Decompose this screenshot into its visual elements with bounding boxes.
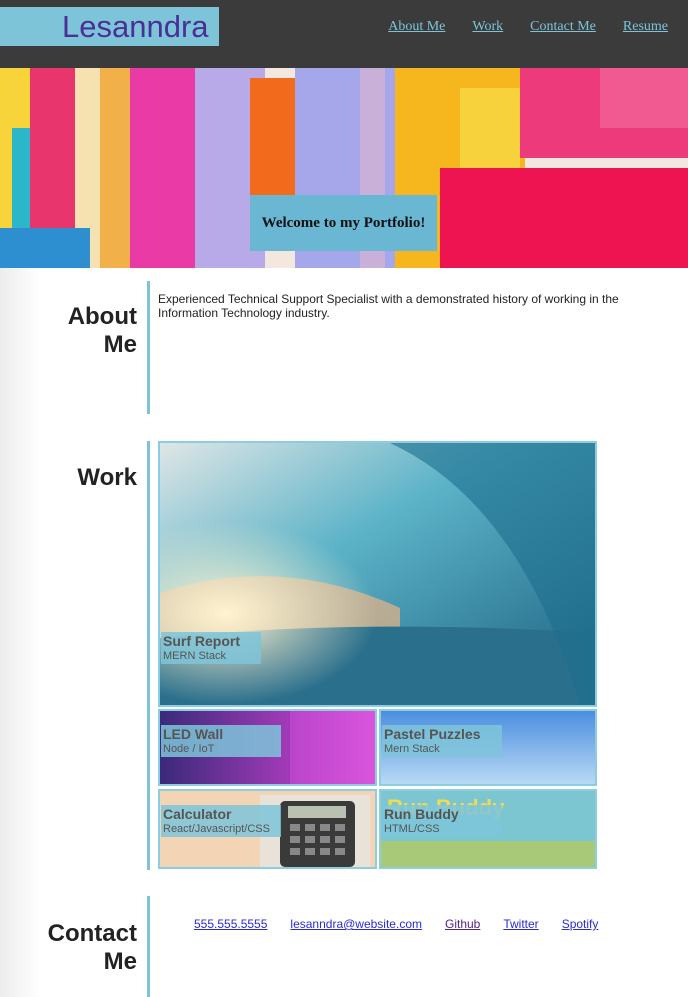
project-title: LED Wall (163, 726, 224, 742)
project-calculator[interactable]: Calculator React/Javascript/CSS (158, 789, 377, 869)
nav-link-work[interactable]: Work (472, 19, 503, 35)
project-title: Run Buddy (384, 806, 459, 822)
work-divider (147, 441, 150, 870)
project-run-buddy[interactable]: Run Buddy Run Buddy HTML/CSS (379, 789, 597, 869)
about-text: Experienced Technical Support Specialist… (158, 292, 619, 320)
project-label: Calculator React/Javascript/CSS (161, 805, 281, 837)
spotify-link[interactable]: Spotify (562, 917, 599, 931)
brand-logo[interactable]: Lesanndra (0, 7, 219, 46)
project-label: LED Wall Node / IoT (161, 725, 281, 757)
welcome-banner: Welcome to my Portfolio! (250, 195, 437, 251)
left-shade (0, 268, 40, 997)
nav-link-about[interactable]: About Me (388, 19, 445, 35)
github-link[interactable]: Github (445, 917, 480, 931)
project-pastel-puzzles[interactable]: Pastel Puzzles Mern Stack (379, 709, 597, 786)
about-heading: About Me (67, 303, 137, 358)
about-divider (147, 281, 150, 414)
project-stack: MERN Stack (163, 650, 226, 662)
site-header: Lesanndra About Me Work Contact Me Resum… (0, 0, 688, 68)
project-title: Surf Report (163, 633, 240, 649)
contact-divider (147, 896, 150, 997)
contact-heading: Contact Me (47, 920, 137, 975)
project-led-wall[interactable]: LED Wall Node / IoT (158, 709, 377, 786)
nav-link-contact[interactable]: Contact Me (530, 19, 596, 35)
project-title: Calculator (163, 806, 232, 822)
project-stack: Node / IoT (163, 743, 215, 755)
project-label: Surf Report MERN Stack (161, 632, 261, 664)
wave-image (160, 443, 595, 705)
phone-link[interactable]: 555.555.5555 (194, 917, 267, 931)
hero-banner: Welcome to my Portfolio! (0, 68, 688, 268)
contact-links: 555.555.5555 lesanndra@website.com Githu… (194, 917, 598, 931)
project-stack: React/Javascript/CSS (163, 823, 270, 835)
project-title: Pastel Puzzles (384, 726, 481, 742)
project-label: Run Buddy HTML/CSS (382, 805, 502, 837)
work-heading: Work (77, 464, 137, 491)
main-nav: About Me Work Contact Me Resume (388, 19, 668, 35)
project-surf-report[interactable]: Surf Report MERN Stack (158, 441, 597, 707)
email-link[interactable]: lesanndra@website.com (290, 917, 422, 931)
nav-link-resume[interactable]: Resume (623, 19, 668, 35)
project-stack: Mern Stack (384, 743, 440, 755)
project-stack: HTML/CSS (384, 823, 440, 835)
twitter-link[interactable]: Twitter (503, 917, 538, 931)
project-label: Pastel Puzzles Mern Stack (382, 725, 502, 757)
